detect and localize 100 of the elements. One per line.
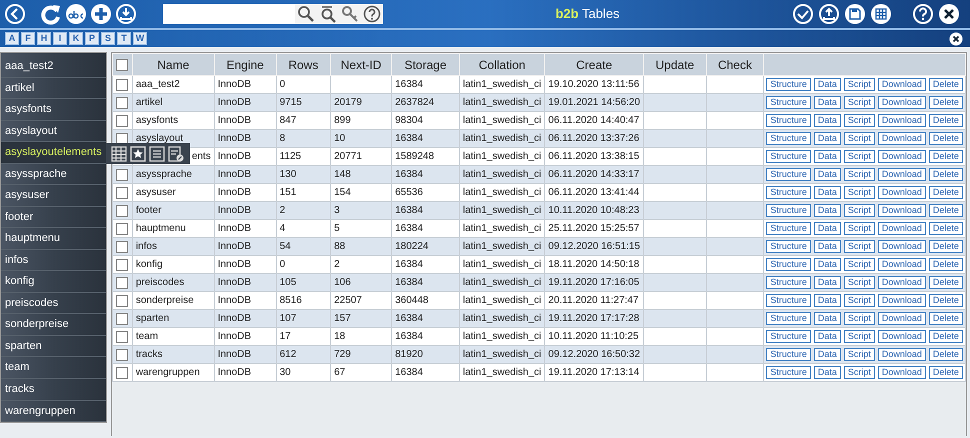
upload-icon[interactable]	[818, 3, 840, 25]
action-button[interactable]: Structure	[766, 204, 811, 217]
action-button[interactable]: Structure	[766, 186, 811, 199]
row-checkbox[interactable]	[116, 312, 128, 324]
action-button[interactable]: Script	[844, 222, 875, 235]
sidebar-item[interactable]: team	[1, 357, 106, 379]
action-button[interactable]: Download	[878, 132, 926, 145]
action-button[interactable]: Structure	[766, 258, 811, 271]
action-button[interactable]: Download	[878, 204, 926, 217]
action-button[interactable]: Download	[878, 168, 926, 181]
row-checkbox[interactable]	[116, 294, 128, 306]
sidebar-item[interactable]: warengruppen	[1, 400, 106, 422]
action-button[interactable]: Script	[844, 366, 875, 379]
action-button[interactable]: Structure	[766, 132, 811, 145]
action-button[interactable]: Delete	[928, 348, 963, 361]
back-icon[interactable]	[4, 3, 26, 25]
sidebar-item[interactable]: artikel	[1, 78, 106, 100]
action-button[interactable]: Structure	[766, 240, 811, 253]
sidebar-item[interactable]: aaa_test2	[1, 56, 106, 78]
row-checkbox[interactable]	[116, 348, 128, 360]
action-button[interactable]: Structure	[766, 222, 811, 235]
action-button[interactable]: Data	[814, 294, 841, 307]
action-button[interactable]: Delete	[928, 132, 963, 145]
key-icon[interactable]	[341, 5, 359, 23]
action-button[interactable]: Delete	[928, 186, 963, 199]
action-button[interactable]: Script	[844, 168, 875, 181]
action-button[interactable]: Structure	[766, 294, 811, 307]
sidebar-item[interactable]: asysfonts	[1, 99, 106, 121]
action-button[interactable]: Data	[814, 168, 841, 181]
action-button[interactable]: Data	[814, 276, 841, 289]
action-button[interactable]: Download	[878, 240, 926, 253]
sidebar-item[interactable]: konfig	[1, 271, 106, 293]
action-button[interactable]: Download	[878, 78, 926, 91]
action-button[interactable]: Download	[878, 276, 926, 289]
row-checkbox[interactable]	[116, 186, 128, 198]
action-button[interactable]: Script	[844, 258, 875, 271]
action-button[interactable]: Script	[844, 294, 875, 307]
row-checkbox[interactable]	[116, 114, 128, 126]
action-button[interactable]: Structure	[766, 366, 811, 379]
action-button[interactable]: Download	[878, 294, 926, 307]
letter-button[interactable]: H	[37, 32, 51, 45]
action-button[interactable]: Script	[844, 78, 875, 91]
search-icon[interactable]	[297, 5, 315, 23]
sidebar-item[interactable]: tracks	[1, 378, 106, 400]
action-button[interactable]: Script	[844, 312, 875, 325]
letter-button[interactable]: P	[85, 32, 99, 45]
download-icon[interactable]	[115, 3, 137, 25]
sidebar-item[interactable]: asyslayoutelements	[1, 142, 106, 164]
action-button[interactable]: Data	[814, 366, 841, 379]
sidebar-item[interactable]: footer	[1, 206, 106, 228]
action-button[interactable]: Download	[878, 222, 926, 235]
action-button[interactable]: Script	[844, 114, 875, 127]
action-button[interactable]: Data	[814, 96, 841, 109]
list-icon[interactable]	[149, 146, 165, 162]
action-button[interactable]: Data	[814, 330, 841, 343]
action-button[interactable]: Delete	[928, 150, 963, 163]
row-checkbox[interactable]	[116, 132, 128, 144]
row-checkbox[interactable]	[116, 366, 128, 378]
action-button[interactable]: Script	[844, 186, 875, 199]
letter-button[interactable]: S	[101, 32, 115, 45]
letter-button[interactable]: W	[133, 32, 147, 45]
row-checkbox[interactable]	[116, 276, 128, 288]
action-button[interactable]: Structure	[766, 168, 811, 181]
action-button[interactable]: Download	[878, 312, 926, 325]
action-button[interactable]: Delete	[928, 168, 963, 181]
sidebar-item[interactable]: asyssprache	[1, 164, 106, 186]
action-button[interactable]: Data	[814, 222, 841, 235]
action-button[interactable]: Data	[814, 78, 841, 91]
row-checkbox[interactable]	[116, 240, 128, 252]
action-button[interactable]: Script	[844, 276, 875, 289]
check-icon[interactable]	[792, 3, 814, 25]
action-button[interactable]: Data	[814, 312, 841, 325]
help-icon[interactable]	[363, 5, 381, 23]
action-button[interactable]: Data	[814, 186, 841, 199]
action-button[interactable]: Script	[844, 132, 875, 145]
action-button[interactable]: Script	[844, 96, 875, 109]
row-checkbox[interactable]	[116, 78, 128, 90]
grid-icon[interactable]	[870, 3, 892, 25]
table-icon[interactable]	[111, 146, 127, 162]
action-button[interactable]: Delete	[928, 294, 963, 307]
action-button[interactable]: Delete	[928, 276, 963, 289]
abc-icon[interactable]	[65, 3, 87, 25]
action-button[interactable]: Data	[814, 348, 841, 361]
search-field[interactable]	[163, 4, 295, 24]
close-icon[interactable]	[938, 3, 960, 25]
save-icon[interactable]	[844, 3, 866, 25]
sidebar-item[interactable]: hauptmenu	[1, 228, 106, 250]
action-button[interactable]: Data	[814, 132, 841, 145]
action-button[interactable]: Script	[844, 348, 875, 361]
letter-button[interactable]: A	[5, 32, 19, 45]
search-filter-icon[interactable]	[319, 5, 337, 23]
action-button[interactable]: Delete	[928, 366, 963, 379]
action-button[interactable]: Download	[878, 366, 926, 379]
action-button[interactable]: Structure	[766, 78, 811, 91]
action-button[interactable]: Structure	[766, 150, 811, 163]
letter-button[interactable]: K	[69, 32, 83, 45]
row-checkbox[interactable]	[116, 96, 128, 108]
row-checkbox[interactable]	[116, 258, 128, 270]
sidebar-item[interactable]: infos	[1, 250, 106, 272]
action-button[interactable]: Structure	[766, 348, 811, 361]
